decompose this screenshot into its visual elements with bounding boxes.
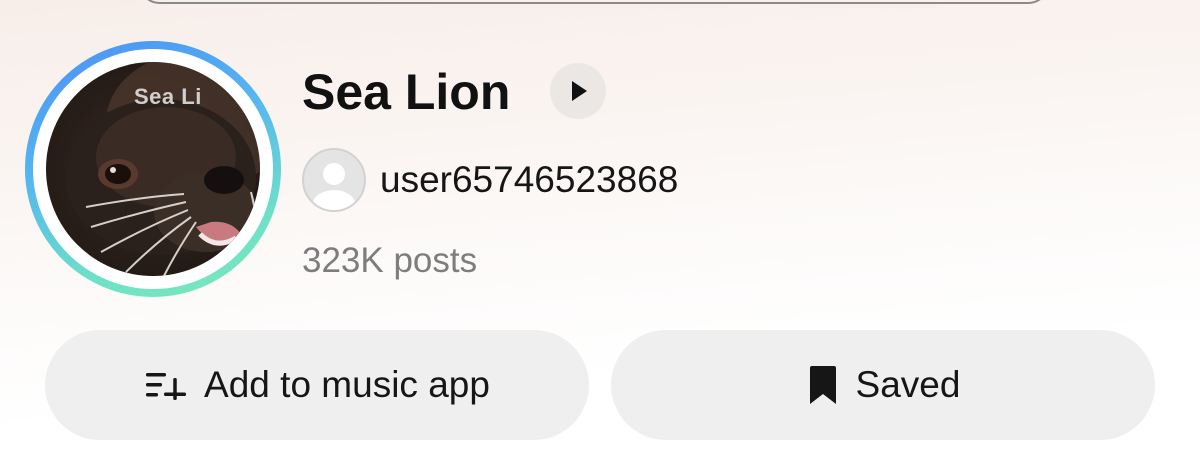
add-to-music-app-button[interactable]: Add to music app: [45, 330, 589, 440]
search-bar[interactable]: [138, 0, 1050, 4]
playlist-title: Sea Lion: [302, 64, 511, 120]
bookmark-icon: [806, 365, 840, 405]
author-avatar[interactable]: [302, 148, 366, 212]
default-avatar-icon: [312, 163, 356, 210]
saved-label: Saved: [855, 364, 961, 405]
saved-button[interactable]: Saved: [611, 330, 1155, 440]
cover-photo-sea-lion: Sea Li: [46, 62, 260, 276]
playlist-add-icon: [144, 367, 188, 403]
posts-count: 323K posts: [302, 241, 478, 280]
cover-watermark-text: Sea Li: [134, 84, 202, 109]
play-icon: [572, 81, 587, 101]
playlist-cover[interactable]: Sea Li: [25, 41, 281, 297]
author-username[interactable]: user65746523868: [380, 157, 678, 203]
play-button[interactable]: [550, 63, 606, 119]
add-to-music-app-label: Add to music app: [204, 364, 490, 405]
